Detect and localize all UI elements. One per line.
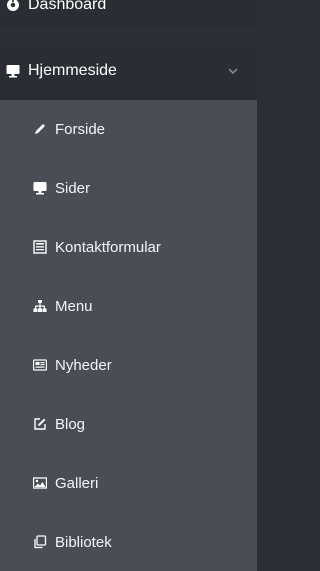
submenu-hjemmeside: Forside Sider Kontaktformular Menu Nyhed… xyxy=(0,100,257,571)
sidebar-item-sider[interactable]: Sider xyxy=(0,159,257,217)
pencil-icon xyxy=(33,122,47,136)
sidebar-item-label: Sider xyxy=(55,179,91,197)
copy-icon xyxy=(33,535,47,549)
sidebar-item-dashboard[interactable]: Dashboard xyxy=(0,0,257,28)
monitor-icon xyxy=(33,181,47,195)
sidebar-item-label: Nyheder xyxy=(55,356,112,374)
sidebar-item-label: Bibliotek xyxy=(55,533,112,551)
sidebar-item-menu[interactable]: Menu xyxy=(0,277,257,335)
sidebar-item-label: Blog xyxy=(55,415,86,433)
sidebar: Dashboard Hjemmeside Forside Sider Konta… xyxy=(0,0,257,571)
edit-icon xyxy=(33,417,47,431)
sidebar-item-label: Kontaktformular xyxy=(55,238,161,256)
sidebar-item-label: Galleri xyxy=(55,474,99,492)
sidebar-item-bibliotek[interactable]: Bibliotek xyxy=(0,513,257,571)
dashboard-icon xyxy=(6,0,20,12)
sidebar-item-hjemmeside[interactable]: Hjemmeside xyxy=(0,42,257,100)
sidebar-item-label: Menu xyxy=(55,297,93,315)
sidebar-item-label: Hjemmeside xyxy=(28,62,117,79)
list-box-icon xyxy=(33,240,47,254)
monitor-icon xyxy=(6,64,20,78)
sitemap-icon xyxy=(33,299,47,313)
sidebar-item-forside[interactable]: Forside xyxy=(0,100,257,158)
sidebar-item-blog[interactable]: Blog xyxy=(0,395,257,453)
sidebar-item-label: Forside xyxy=(55,120,106,138)
image-icon xyxy=(33,476,47,490)
newspaper-icon xyxy=(33,358,47,372)
sidebar-item-nyheder[interactable]: Nyheder xyxy=(0,336,257,394)
sidebar-item-kontaktformular[interactable]: Kontaktformular xyxy=(0,218,257,276)
chevron-down-icon[interactable] xyxy=(227,64,239,76)
sidebar-item-label: Dashboard xyxy=(28,0,107,13)
sidebar-item-galleri[interactable]: Galleri xyxy=(0,454,257,512)
